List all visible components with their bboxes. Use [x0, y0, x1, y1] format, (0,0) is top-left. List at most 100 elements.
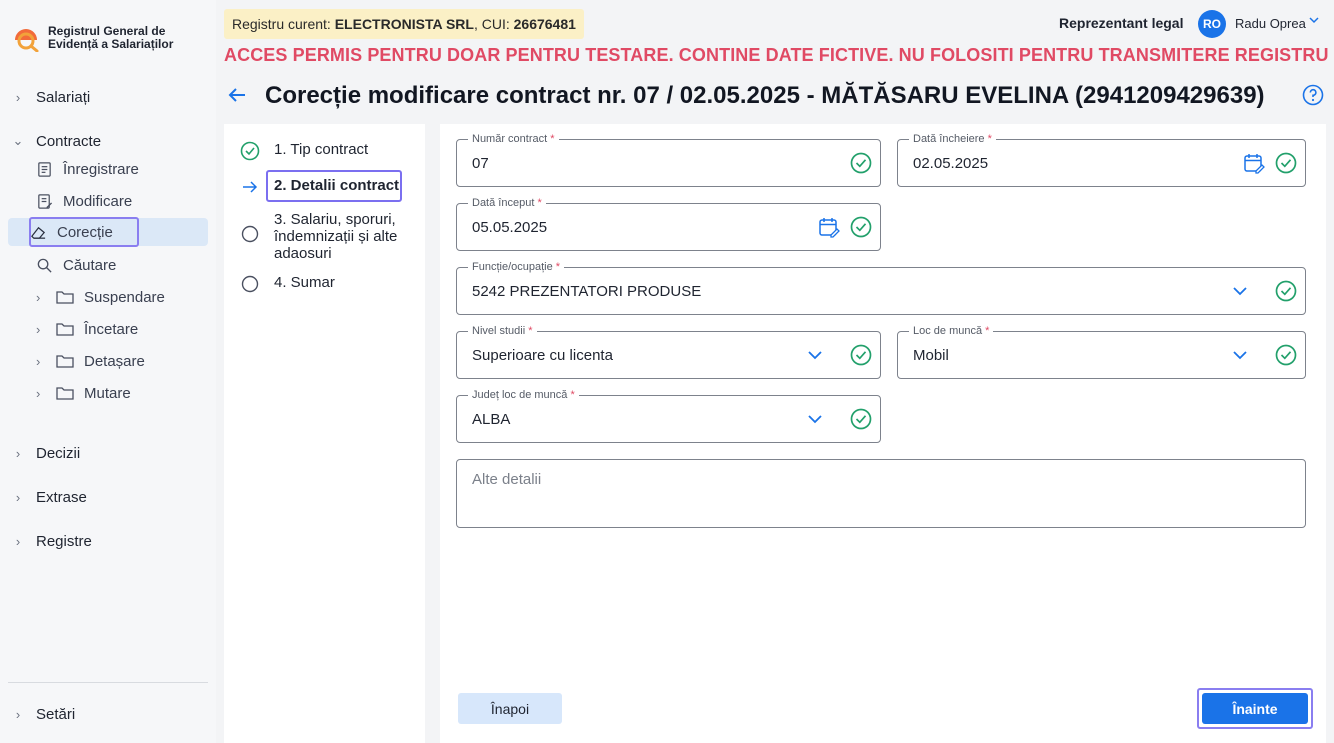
nav-setari-label: Setări: [36, 705, 76, 723]
required-mark: *: [528, 325, 533, 337]
loc-munca-value: Mobil: [913, 347, 949, 364]
check-circle-icon: [1275, 344, 1297, 366]
folder-icon: [56, 355, 74, 368]
avatar[interactable]: RO: [1198, 10, 1226, 38]
step-2[interactable]: 2. Detalii contract: [240, 177, 399, 197]
required-mark: *: [550, 133, 555, 145]
required-mark: *: [987, 133, 992, 145]
judet-value: ALBA: [472, 411, 511, 428]
chevron-down-icon[interactable]: [804, 408, 826, 430]
nav-extrase-label: Extrase: [36, 488, 87, 506]
chevron-right-icon: ›: [15, 706, 21, 722]
nav-setari[interactable]: › Setări: [10, 701, 75, 727]
sidebar-item-label: Modificare: [63, 192, 133, 210]
chevron-down-icon[interactable]: [1229, 280, 1251, 302]
sidebar-folder-mutare[interactable]: › Mutare: [36, 380, 131, 406]
folder-icon: [56, 291, 74, 304]
step-3[interactable]: 3. Salariu, sporuri, îndemnizații și alt…: [240, 211, 414, 262]
check-circle-icon: [1275, 152, 1297, 174]
chevron-down-icon[interactable]: [1229, 344, 1251, 366]
field-label: Dată început: [472, 197, 535, 209]
chevron-down-icon[interactable]: [804, 344, 826, 366]
nav-salariati[interactable]: › Salariați: [10, 84, 90, 110]
loc-munca-select[interactable]: Loc de muncă * Mobil: [897, 324, 1306, 379]
registry-cui: 26676481: [513, 16, 576, 32]
step-label: 3. Salariu, sporuri, îndemnizații și alt…: [274, 211, 398, 262]
data-incheiere-field[interactable]: Dată încheiere * 02.05.2025: [897, 132, 1306, 187]
document-list-icon: [38, 161, 51, 177]
sidebar-folder-detasare[interactable]: › Detașare: [36, 348, 145, 374]
check-circle-icon: [240, 141, 260, 161]
logo-icon: [15, 29, 39, 52]
chevron-right-icon: ›: [15, 445, 21, 461]
user-role: Reprezentant legal: [1059, 15, 1184, 31]
field-label: Funcție/ocupație: [472, 261, 553, 273]
sidebar-item-label: Detașare: [84, 352, 145, 370]
registry-prefix: Registru curent:: [232, 16, 331, 32]
chevron-right-icon: ›: [36, 353, 41, 369]
current-registry-badge: Registru curent: ELECTRONISTA SRL, CUI: …: [224, 9, 584, 39]
calendar-edit-icon[interactable]: [1243, 152, 1265, 174]
field-label: Județ loc de muncă: [472, 389, 568, 401]
field-label: Dată încheiere: [913, 133, 985, 145]
nav-contracte[interactable]: ⌄ Contracte: [10, 128, 102, 154]
test-warning-banner: ACCES PERMIS PENTRU DOAR PENTRU TESTARE.…: [224, 45, 1329, 65]
calendar-edit-icon[interactable]: [818, 216, 840, 238]
app-logo[interactable]: Registrul General de Evidență a Salariaț…: [12, 24, 188, 52]
step-1[interactable]: 1. Tip contract: [240, 141, 368, 161]
alte-detalii-textarea[interactable]: Alte detalii: [456, 459, 1306, 528]
alte-detalii-placeholder: Alte detalii: [472, 471, 542, 488]
nav-registre[interactable]: › Registre: [10, 528, 92, 554]
functie-value: 5242 PREZENTATORI PRODUSE: [472, 283, 702, 300]
nav-extrase[interactable]: › Extrase: [10, 484, 87, 510]
sidebar-divider: [8, 682, 208, 683]
nav-decizii[interactable]: › Decizii: [10, 440, 80, 466]
chevron-right-icon: ›: [36, 385, 41, 401]
check-circle-icon: [850, 408, 872, 430]
next-button-highlight: Înainte: [1197, 688, 1313, 729]
data-inceput-field[interactable]: Dată început * 05.05.2025: [456, 196, 881, 251]
registry-cui-prefix: , CUI:: [473, 16, 510, 32]
sidebar-item-label: Înregistrare: [63, 160, 139, 178]
step-4[interactable]: 4. Sumar: [240, 274, 335, 294]
search-icon: [37, 258, 52, 273]
sidebar-item-label: Suspendare: [84, 288, 165, 306]
chevron-right-icon: ›: [36, 321, 41, 337]
nav-decizii-label: Decizii: [36, 444, 81, 462]
chevron-down-icon[interactable]: [1308, 14, 1320, 26]
sidebar-item-modificare[interactable]: Modificare: [36, 188, 132, 214]
empty-circle-icon: [241, 275, 259, 293]
chevron-right-icon: ›: [15, 533, 21, 549]
sidebar-item-label: Mutare: [84, 384, 131, 402]
sidebar-item-label: Încetare: [84, 320, 139, 338]
empty-circle-icon: [241, 225, 259, 243]
sidebar-item-inregistrare[interactable]: Înregistrare: [36, 156, 139, 182]
required-mark: *: [555, 261, 561, 273]
field-label: Număr contract: [472, 133, 548, 145]
required-mark: *: [537, 197, 542, 209]
nivel-studii-select[interactable]: Nivel studii * Superioare cu licenta: [456, 324, 881, 379]
step-label: 2. Detalii contract: [274, 177, 400, 194]
nav-salariati-label: Salariați: [36, 88, 91, 106]
step-label: 4. Sumar: [274, 274, 335, 291]
folder-icon: [56, 387, 74, 400]
next-button[interactable]: Înainte: [1202, 693, 1308, 724]
back-button[interactable]: Înapoi: [458, 693, 562, 724]
functie-select[interactable]: Funcție/ocupație * 5242 PREZENTATORI PRO…: [456, 260, 1306, 315]
chevron-right-icon: ›: [15, 489, 21, 505]
selection-highlight: [29, 217, 139, 247]
page-title: Corecție modificare contract nr. 07 / 02…: [265, 82, 1265, 109]
nav-contracte-label: Contracte: [36, 132, 102, 150]
sidebar-folder-incetare[interactable]: › Încetare: [36, 316, 138, 342]
numar-contract-field[interactable]: Număr contract * 07: [456, 132, 881, 187]
user-name[interactable]: Radu Oprea: [1235, 16, 1306, 31]
sidebar-item-cautare[interactable]: Căutare: [36, 252, 116, 278]
help-icon[interactable]: [1302, 84, 1324, 106]
check-circle-icon: [850, 152, 872, 174]
sidebar-item-corectie[interactable]: Corecție: [8, 217, 208, 247]
judet-select[interactable]: Județ loc de muncă * ALBA: [456, 388, 881, 443]
back-arrow-icon[interactable]: [226, 84, 248, 106]
registry-company: ELECTRONISTA SRL: [334, 16, 474, 32]
wizard-steps: 1. Tip contract 2. Detalii contract 3. S…: [224, 124, 425, 743]
sidebar-folder-suspendare[interactable]: › Suspendare: [36, 284, 165, 310]
